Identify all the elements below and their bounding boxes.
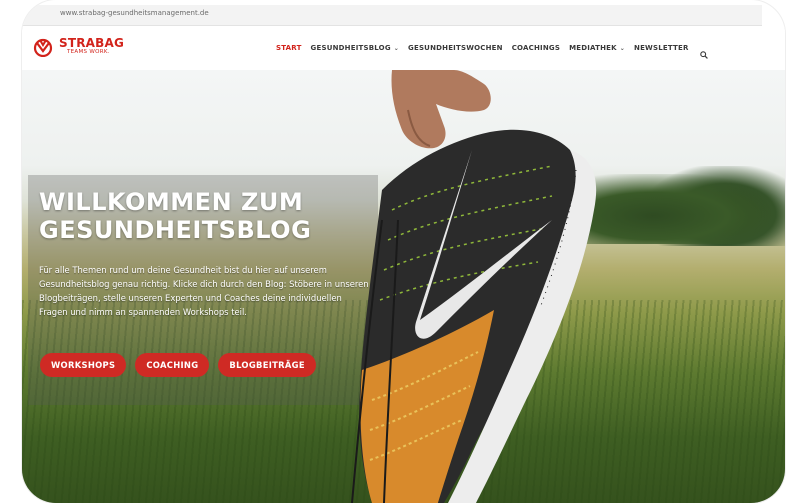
strabag-logo-icon (33, 37, 53, 58)
nav-item-gesundheitsblog[interactable]: GESUNDHEITSBLOG ⌄ (311, 44, 399, 52)
nav-item-mediathek[interactable]: MEDIATHEK ⌄ (569, 44, 625, 52)
hero-banner: WILLKOMMEN ZUM GESUNDHEITSBLOG Für alle … (22, 70, 785, 503)
nav-item-coachings[interactable]: COACHINGS (512, 44, 560, 52)
site-header: STRABAG TEAMS WORK. START GESUNDHEITSBLO… (22, 26, 785, 70)
workshops-button[interactable]: WORKSHOPS (40, 353, 127, 377)
nav-item-newsletter[interactable]: NEWSLETTER (634, 44, 689, 52)
blogbeitraege-button[interactable]: BLOGBEITRÄGE (218, 353, 316, 377)
nav-item-start[interactable]: START (276, 44, 302, 52)
hero-title: WILLKOMMEN ZUM GESUNDHEITSBLOG (39, 188, 312, 244)
chevron-down-icon: ⌄ (619, 45, 626, 52)
brand-tagline: TEAMS WORK. (67, 49, 110, 55)
nav-item-gesundheitswochen[interactable]: GESUNDHEITSWOCHEN (408, 44, 503, 52)
main-nav: START GESUNDHEITSBLOG ⌄ GESUNDHEITSWOCHEN… (276, 44, 708, 59)
address-bar[interactable]: www.strabag-gesundheitsmanagement.de (22, 5, 762, 26)
url-text: www.strabag-gesundheitsmanagement.de (60, 9, 209, 17)
brand-logo[interactable]: STRABAG TEAMS WORK. (33, 36, 125, 58)
chevron-down-icon: ⌄ (393, 45, 400, 52)
hero-description: Für alle Themen rund um deine Gesundheit… (39, 265, 369, 317)
hero-actions: WORKSHOPS COACHING BLOGBEITRÄGE (40, 353, 325, 377)
coaching-button[interactable]: COACHING (135, 353, 210, 377)
browser-frame: www.strabag-gesundheitsmanagement.de STR… (22, 0, 785, 503)
brand-name: STRABAG (59, 36, 125, 50)
search-icon[interactable] (699, 44, 708, 59)
